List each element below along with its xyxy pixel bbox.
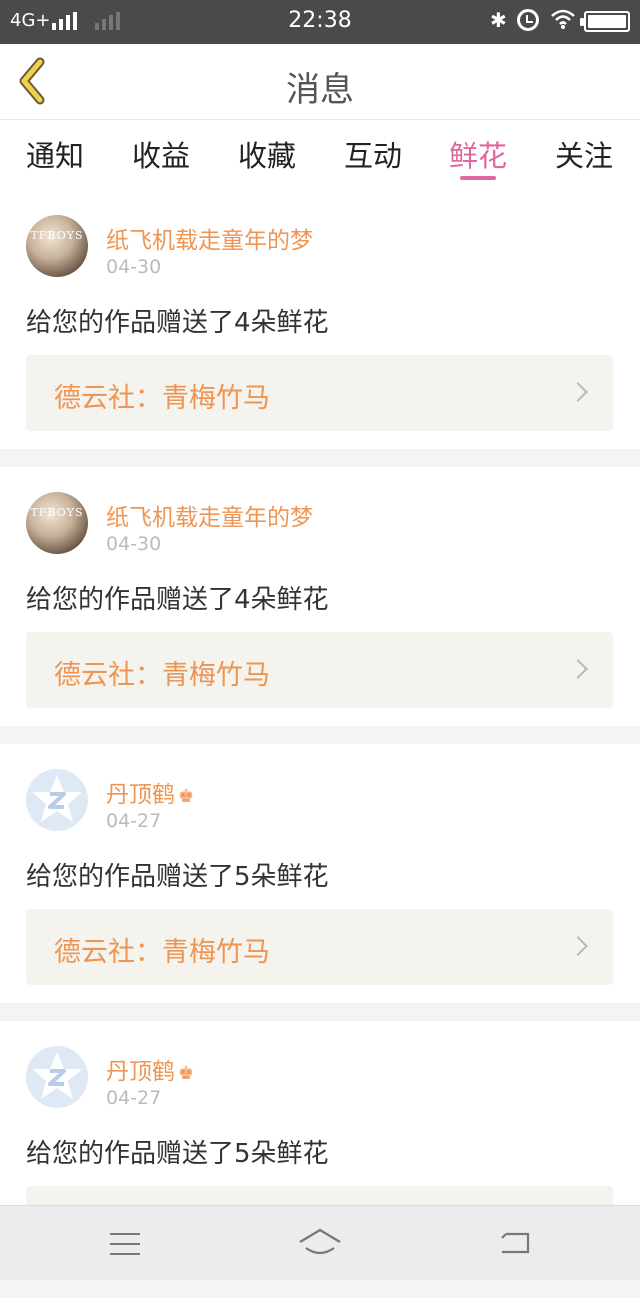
tab-following[interactable]: 关注: [531, 133, 637, 175]
chevron-right-icon: [568, 936, 588, 956]
avatar[interactable]: [26, 769, 88, 831]
active-tab-indicator: [460, 176, 496, 180]
chevron-right-icon: [568, 382, 588, 402]
tab-flowers[interactable]: 鲜花: [425, 133, 531, 175]
avatar-text: TFBOYS: [30, 229, 84, 242]
tab-notifications[interactable]: 通知: [2, 133, 108, 175]
page-title: 消息: [286, 70, 354, 110]
default-avatar-star-icon: [32, 1052, 82, 1099]
system-nav-bar: [0, 1205, 640, 1280]
message-text: 给您的作品赠送了4朵鲜花: [26, 585, 329, 615]
user-name[interactable]: 纸飞机载走童年的梦: [106, 221, 313, 255]
status-bar: 4G+ 22:38 ✱: [0, 0, 640, 44]
message-date: 04-27: [106, 1087, 162, 1109]
list-item: TFBOYS 纸飞机载走童年的梦 04-30 给您的作品赠送了4朵鲜花 德云社：…: [0, 190, 640, 467]
back-icon[interactable]: [498, 1230, 532, 1258]
home-icon[interactable]: [298, 1228, 342, 1258]
tab-favorites[interactable]: 收藏: [214, 133, 320, 175]
work-title: 德云社：青梅竹马: [54, 937, 270, 968]
tab-interactions[interactable]: 互动: [320, 133, 426, 175]
message-text: 给您的作品赠送了5朵鲜花: [26, 862, 329, 892]
message-date: 04-30: [106, 256, 162, 278]
avatar[interactable]: TFBOYS: [26, 492, 88, 554]
message-date: 04-27: [106, 810, 162, 832]
avatar[interactable]: TFBOYS: [26, 215, 88, 277]
crown-icon: ♚: [178, 1063, 195, 1084]
tab-bar: 通知 收益 收藏 互动 鲜花 关注: [0, 121, 640, 185]
work-title: 德云社：青梅竹马: [54, 660, 270, 691]
message-date: 04-30: [106, 533, 162, 555]
menu-icon[interactable]: [110, 1233, 140, 1255]
work-title: 德云社：青梅竹马: [54, 383, 270, 414]
tab-earnings[interactable]: 收益: [108, 133, 214, 175]
header: 消息: [0, 44, 640, 120]
crown-icon: ♚: [178, 786, 195, 807]
user-name[interactable]: 丹顶鹤 ♚: [106, 775, 194, 809]
wifi-icon: [550, 8, 576, 34]
user-name-text: 丹顶鹤: [106, 1059, 175, 1085]
bluetooth-icon: ✱: [490, 8, 507, 32]
message-list: TFBOYS 纸飞机载走童年的梦 04-30 给您的作品赠送了4朵鲜花 德云社：…: [0, 190, 640, 1298]
message-text: 给您的作品赠送了4朵鲜花: [26, 308, 329, 338]
message-text: 给您的作品赠送了5朵鲜花: [26, 1139, 329, 1169]
default-avatar-star-icon: [32, 775, 82, 822]
avatar-text: TFBOYS: [30, 506, 84, 519]
status-time: 22:38: [288, 8, 352, 33]
chevron-right-icon: [568, 659, 588, 679]
battery-icon: [580, 11, 630, 32]
list-item: TFBOYS 纸飞机载走童年的梦 04-30 给您的作品赠送了4朵鲜花 德云社：…: [0, 467, 640, 744]
list-item: 丹顶鹤 ♚ 04-27 给您的作品赠送了5朵鲜花 德云社：青梅竹马: [0, 744, 640, 1021]
work-link[interactable]: 德云社：青梅竹马: [26, 909, 613, 985]
alarm-icon: [517, 9, 539, 31]
user-name[interactable]: 纸飞机载走童年的梦: [106, 498, 313, 532]
work-link[interactable]: 德云社：青梅竹马: [26, 632, 613, 708]
user-name-text: 丹顶鹤: [106, 782, 175, 808]
avatar[interactable]: [26, 1046, 88, 1108]
work-link[interactable]: 德云社：青梅竹马: [26, 355, 613, 431]
user-name[interactable]: 丹顶鹤 ♚: [106, 1052, 194, 1086]
